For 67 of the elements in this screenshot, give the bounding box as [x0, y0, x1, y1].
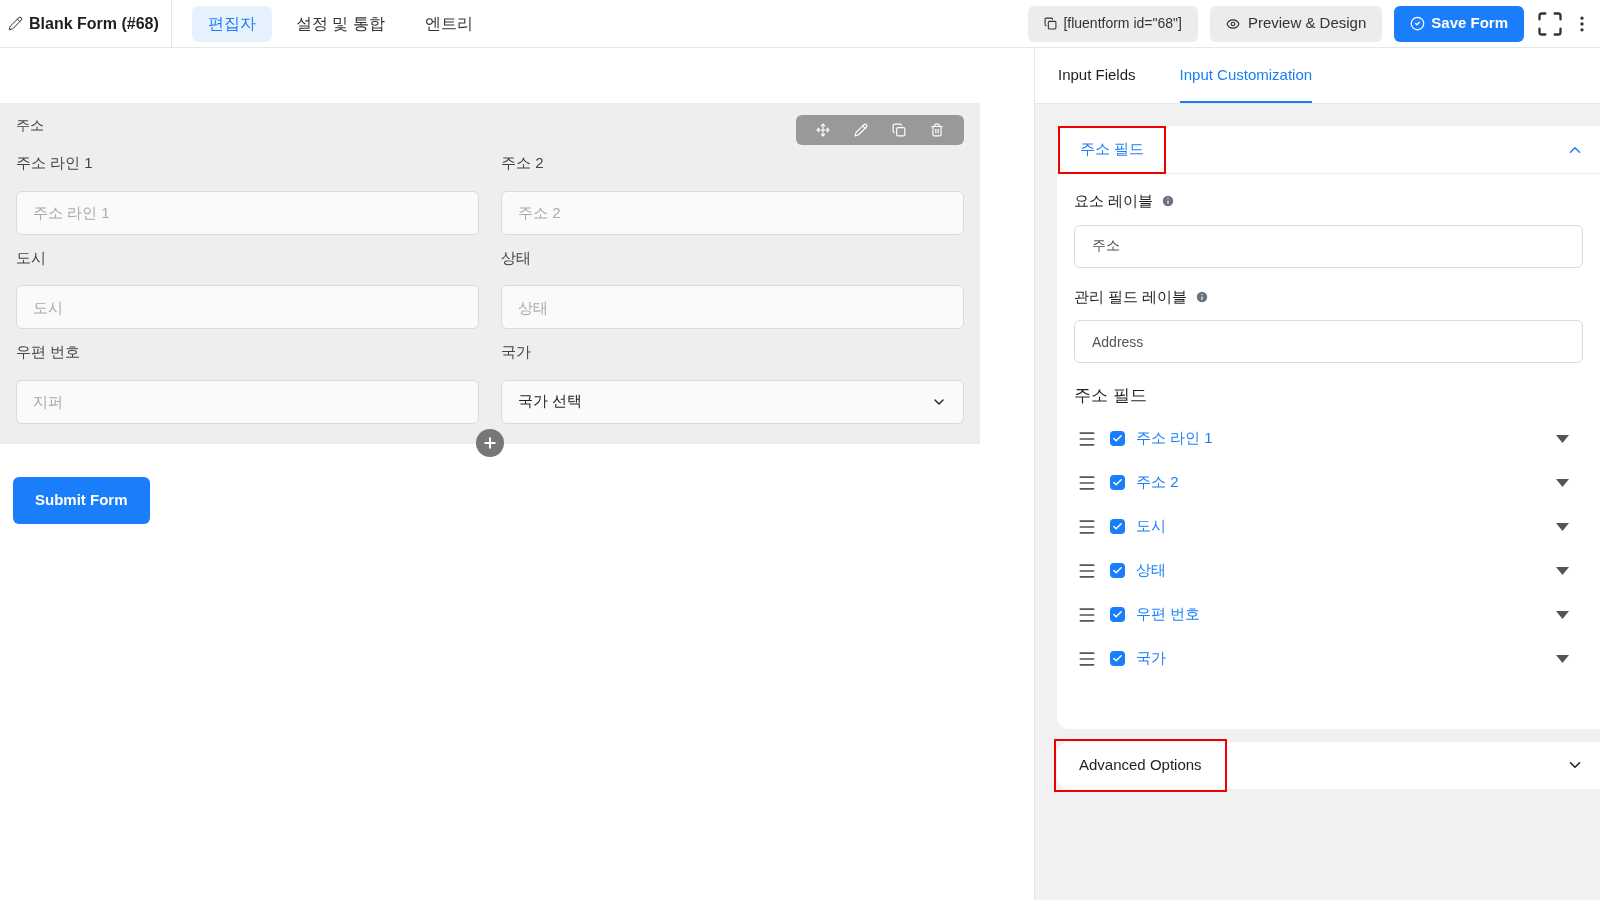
add-field-button[interactable] — [476, 428, 504, 457]
eye-icon — [1225, 16, 1240, 31]
caret-down-icon[interactable] — [1556, 654, 1569, 663]
nav-tab[interactable]: 설정 및 통합 — [279, 5, 401, 42]
section-title[interactable]: 주소 필드 — [1058, 125, 1167, 174]
check-icon — [1112, 433, 1123, 444]
input-field[interactable]: 상태 — [501, 285, 964, 329]
check-circle-icon — [1410, 16, 1426, 31]
subfield-label[interactable]: 우편 번호 — [1136, 603, 1201, 626]
subfield-label[interactable]: 주소 라인 1 — [1136, 427, 1213, 450]
checkbox[interactable] — [1110, 519, 1125, 534]
field-label: 관리 필드 레이블 — [1074, 286, 1188, 307]
pencil-icon — [8, 16, 23, 31]
edit-icon[interactable] — [854, 123, 868, 137]
nav-tab[interactable]: 편집자 — [191, 5, 272, 42]
copy-icon[interactable] — [892, 123, 906, 137]
input-field[interactable]: 주소 2 — [501, 190, 964, 235]
nav-tab[interactable]: 엔트리 — [408, 5, 489, 42]
field-label: 요소 레이블 — [1074, 191, 1154, 211]
info-icon — [1161, 194, 1176, 209]
group-label: 주소 — [16, 116, 44, 135]
move-icon[interactable] — [816, 123, 830, 137]
fullscreen-icon[interactable] — [1536, 9, 1564, 38]
preview-button[interactable]: Preview & Design — [1209, 5, 1383, 42]
check-icon — [1112, 653, 1123, 664]
subfield-label[interactable]: 도시 — [1136, 515, 1166, 538]
checkbox[interactable] — [1110, 651, 1125, 666]
field-label: 도시 — [16, 247, 47, 268]
check-icon — [1112, 521, 1123, 532]
checkbox[interactable] — [1110, 475, 1125, 490]
field-label: 국가 — [501, 342, 532, 362]
field-label: 우편 번호 — [16, 342, 82, 362]
input-field[interactable]: 주소 라인 1 — [16, 190, 479, 235]
field-label: 상태 — [501, 247, 532, 268]
subfield-label[interactable]: 상태 — [1136, 559, 1166, 582]
checkbox[interactable] — [1110, 431, 1125, 446]
save-button[interactable]: Save Form — [1394, 5, 1524, 42]
checkbox[interactable] — [1110, 607, 1125, 622]
caret-down-icon[interactable] — [1556, 522, 1569, 531]
country-select[interactable]: 국가 선택 — [501, 379, 964, 424]
info-icon — [1195, 289, 1210, 304]
check-icon — [1112, 609, 1123, 620]
input-field[interactable]: Address — [1074, 320, 1583, 363]
panel-tab[interactable]: Input Customization — [1179, 63, 1313, 103]
shortcode-button[interactable]: [fluentform id="68"] — [1028, 5, 1198, 42]
form-title: Blank Form (#68) — [29, 13, 159, 34]
submit-button[interactable]: Submit Form — [13, 476, 150, 524]
field-label: 주소 라인 1 — [16, 153, 94, 173]
section-title[interactable]: Advanced Options — [1054, 738, 1227, 792]
check-icon — [1112, 477, 1123, 488]
subfield-label[interactable]: 국가 — [1136, 647, 1166, 670]
checkbox[interactable] — [1110, 563, 1125, 578]
subfield-label[interactable]: 주소 2 — [1136, 471, 1179, 494]
input-field[interactable]: 도시 — [16, 285, 479, 329]
panel-tab[interactable]: Input Fields — [1058, 63, 1136, 103]
caret-down-icon[interactable] — [1556, 610, 1569, 619]
caret-down-icon[interactable] — [1556, 434, 1569, 443]
copy-icon — [1044, 17, 1058, 30]
plus-icon — [482, 434, 498, 451]
check-icon — [1112, 565, 1123, 576]
input-field[interactable]: 주소 — [1074, 224, 1583, 268]
delete-icon[interactable] — [930, 123, 944, 137]
caret-down-icon[interactable] — [1556, 566, 1569, 575]
input-field[interactable]: 지퍼 — [16, 379, 479, 424]
caret-down-icon[interactable] — [1556, 478, 1569, 487]
subfields-heading: 주소 필드 — [1074, 385, 1148, 407]
field-label: 주소 2 — [501, 153, 545, 173]
